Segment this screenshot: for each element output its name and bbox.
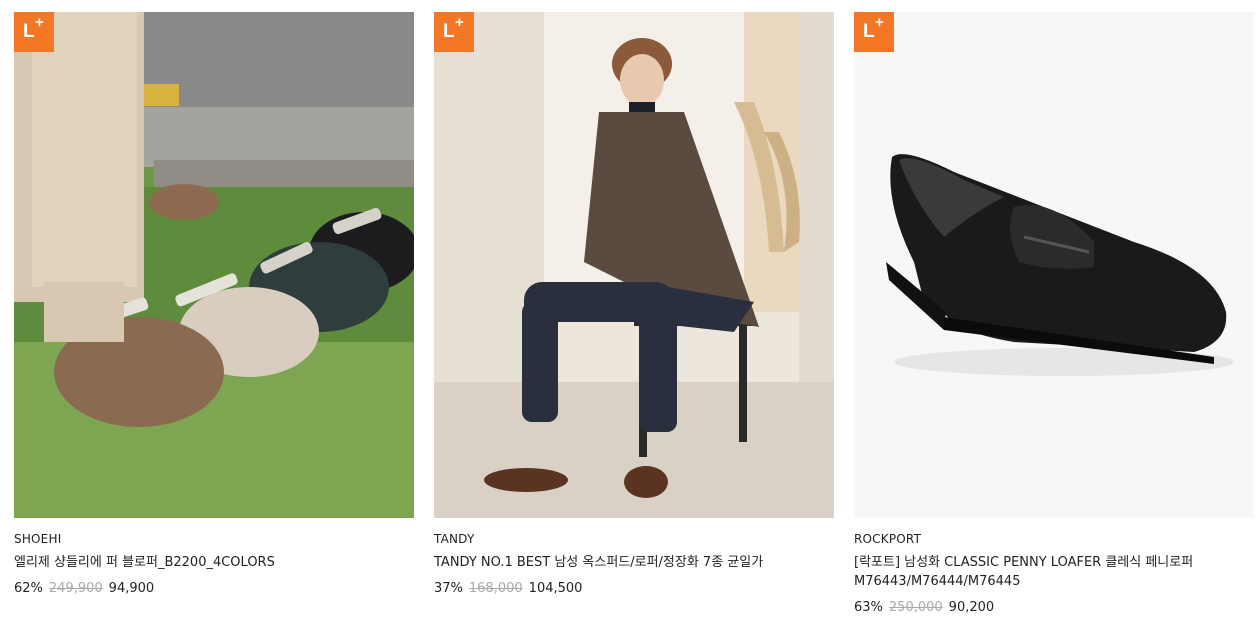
product-card[interactable]: L + SHOEHI 엘리제 샹들리에 퍼 블로퍼_B2200_4COLORS 6…: [14, 12, 414, 597]
product-price: 62% 249,900 94,900: [14, 581, 414, 597]
discount-rate: 62%: [14, 581, 43, 596]
product-title[interactable]: 엘리제 샹들리에 퍼 블로퍼_B2200_4COLORS: [14, 553, 374, 572]
discount-rate: 63%: [854, 600, 883, 615]
sale-price: 104,500: [528, 581, 583, 596]
product-image[interactable]: L +: [854, 12, 1254, 518]
product-card[interactable]: L + TANDY TANDY NO.1 BEST 남성 옥스퍼드/로퍼/정장화 …: [434, 12, 834, 597]
product-price: 63% 250,000 90,200: [854, 600, 1254, 616]
product-brand[interactable]: TANDY: [434, 532, 834, 546]
product-price: 37% 168,000 104,500: [434, 581, 834, 597]
lotte-plus-badge-icon: L +: [854, 12, 894, 52]
product-card[interactable]: L + ROCKPORT [락포트] 남성화 CLASSIC PENNY LOAF…: [854, 12, 1254, 616]
sale-price: 90,200: [948, 600, 995, 615]
original-price: 250,000: [888, 600, 943, 615]
product-title[interactable]: TANDY NO.1 BEST 남성 옥스퍼드/로퍼/정장화 7종 균일가: [434, 553, 794, 572]
original-price: 249,900: [48, 581, 103, 596]
discount-rate: 37%: [434, 581, 463, 596]
product-image[interactable]: L +: [14, 12, 414, 518]
product-title[interactable]: [락포트] 남성화 CLASSIC PENNY LOAFER 클레식 페니로퍼 …: [854, 553, 1214, 591]
lotte-plus-badge-icon: L +: [14, 12, 54, 52]
lotte-plus-badge-icon: L +: [434, 12, 474, 52]
sale-price: 94,900: [108, 581, 155, 596]
product-brand[interactable]: ROCKPORT: [854, 532, 1254, 546]
original-price: 168,000: [468, 581, 523, 596]
product-brand[interactable]: SHOEHI: [14, 532, 414, 546]
product-image[interactable]: L +: [434, 12, 834, 518]
